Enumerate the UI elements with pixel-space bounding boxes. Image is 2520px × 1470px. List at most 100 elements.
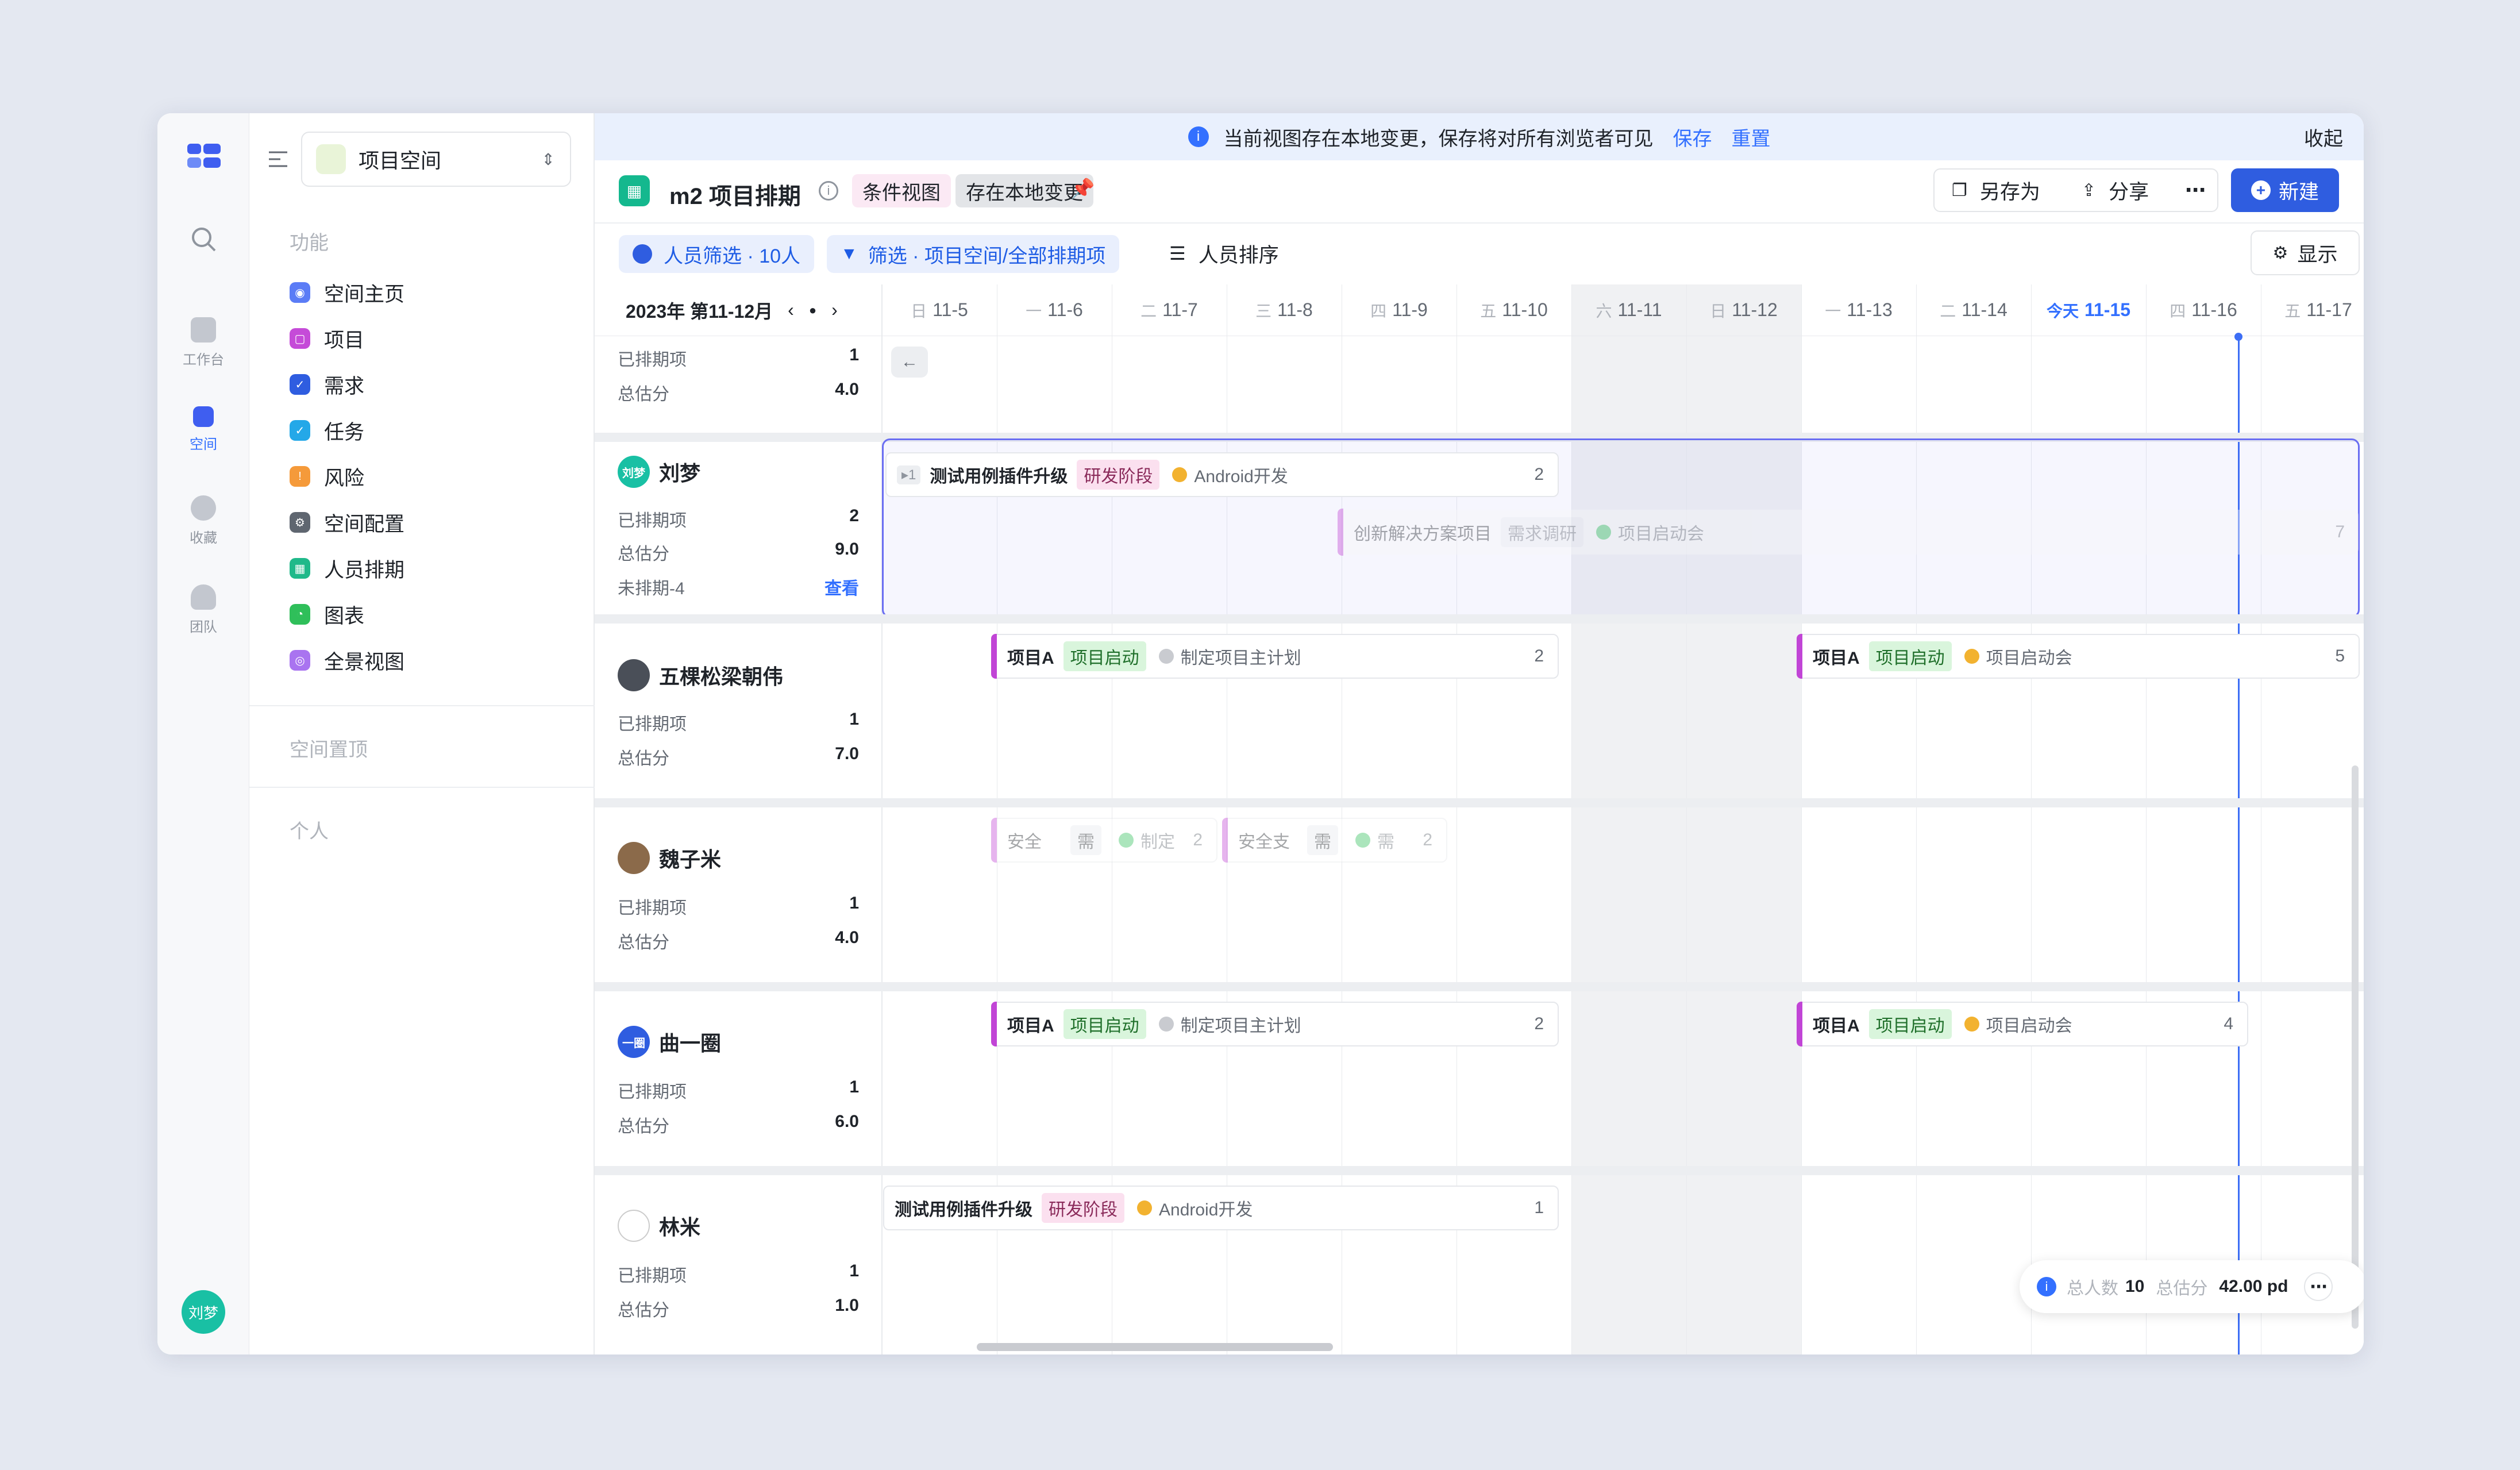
person-name: 五棵松梁朝伟 xyxy=(618,659,783,691)
schedule-bar[interactable]: 测试用例插件升级 研发阶段 Android开发 1 xyxy=(883,1186,1559,1230)
day-header[interactable]: 二 11-14 xyxy=(1916,284,2031,336)
sidebar-item-schedule[interactable]: ▦ 人员排期 xyxy=(290,551,404,586)
page-title: m2 项目排期 xyxy=(669,184,801,209)
sidebar-item-requirement[interactable]: ✓ 需求 xyxy=(290,367,364,402)
range-label: 2023年 第11-12月 xyxy=(626,301,773,322)
risk-icon: ! xyxy=(290,466,310,487)
prev-arrow-icon[interactable]: ‹ xyxy=(788,299,794,321)
main-area: i 当前视图存在本地变更，保存将对所有浏览者可见 保存 重置 收起 ▦ m2 项… xyxy=(595,113,2364,1354)
collapse-link[interactable]: 收起 xyxy=(2304,123,2343,151)
day-header[interactable]: 四 11-16 xyxy=(2146,284,2261,336)
rail-workbench[interactable]: 工作台 xyxy=(157,317,249,368)
sidebar-item-task[interactable]: ✓ 任务 xyxy=(290,413,364,448)
schedule-bar[interactable]: 项目A 项目启动 项目启动会 5 xyxy=(1797,634,2360,679)
stat-total: 总估分 4.0 xyxy=(618,928,859,952)
avatar xyxy=(618,1210,650,1242)
weekday-label: 一 xyxy=(1026,302,1042,320)
sidebar-item-panorama[interactable]: ◎ 全景视图 xyxy=(290,643,404,678)
today-marker xyxy=(2234,333,2242,341)
sidebar-item-home[interactable]: ◉ 空间主页 xyxy=(290,275,404,310)
chevron-updown-icon: ⇕ xyxy=(541,150,555,168)
status-dot xyxy=(1158,1017,1174,1032)
display-button[interactable]: ⚙ 显示 xyxy=(2251,230,2360,275)
people-filter-chip[interactable]: 人员筛选 · 10人 xyxy=(619,235,815,273)
today-dot-icon[interactable]: ● xyxy=(809,303,816,318)
sidebar-item-config[interactable]: ⚙ 空间配置 xyxy=(290,505,404,540)
day-header[interactable]: 五 11-10 xyxy=(1456,284,1571,336)
person-row: 已排期项 1 总估分 4.0 xyxy=(595,336,882,433)
day-header[interactable]: 日 11-12 xyxy=(1686,284,1801,336)
day-header[interactable]: 五 11-17 xyxy=(2261,284,2364,336)
avatar: 刘梦 xyxy=(618,456,650,488)
day-header[interactable]: 今天 11-15 xyxy=(2031,284,2146,336)
expand-toggle[interactable]: ▸1 xyxy=(897,465,921,484)
schedule-bar[interactable]: 创新解决方案项目 需求调研 项目启动会 7 xyxy=(1338,509,2359,556)
stat-total: 总估分 6.0 xyxy=(618,1112,859,1136)
condition-view-tag[interactable]: 条件视图 xyxy=(852,174,951,207)
sidebar-item-risk[interactable]: ! 风险 xyxy=(290,459,364,494)
section-personal: 个人 xyxy=(290,821,329,842)
view-link[interactable]: 查看 xyxy=(824,574,859,599)
space-name: 项目空间 xyxy=(359,149,442,172)
day-header[interactable]: 六 11-11 xyxy=(1571,284,1686,336)
day-header[interactable]: 日 11-5 xyxy=(882,284,997,336)
project-icon: ▢ xyxy=(290,328,310,349)
status-dot xyxy=(1964,649,1979,664)
rail-team[interactable]: 团队 xyxy=(157,584,249,636)
day-header[interactable]: 二 11-7 xyxy=(1112,284,1227,336)
next-arrow-icon[interactable]: › xyxy=(831,299,838,321)
date-label: 11-15 xyxy=(2084,299,2131,320)
person-row: 刘梦 刘梦 已排期项 2 总估分 9.0 未排期-4 查看 xyxy=(595,442,882,614)
status-dot xyxy=(1964,1017,1979,1032)
schedule-bar[interactable]: 项目A 项目启动 制定项目主计划 2 xyxy=(991,1002,1559,1046)
avatar xyxy=(618,659,650,691)
day-header[interactable]: 一 11-6 xyxy=(997,284,1112,336)
date-label: 11-8 xyxy=(1277,299,1313,320)
reset-link[interactable]: 重置 xyxy=(1732,123,1771,151)
day-header[interactable]: 三 11-8 xyxy=(1227,284,1342,336)
app-logo[interactable] xyxy=(179,139,225,174)
team-icon xyxy=(191,584,216,610)
people-sort-button[interactable]: ☰ 人员排序 xyxy=(1169,233,1279,274)
schedule-bar[interactable]: 安全支需需 2 xyxy=(1222,818,1447,863)
more-icon[interactable]: ⋯ xyxy=(2185,170,2206,211)
schedule-bar[interactable]: ▸1 测试用例插件升级 研发阶段 Android开发 2 xyxy=(885,452,1559,497)
schedule-bar[interactable]: 项目A 项目启动 项目启动会 4 xyxy=(1797,1002,2248,1046)
save-link[interactable]: 保存 xyxy=(1673,123,1712,151)
share-button[interactable]: ⇪ 分享 xyxy=(2082,170,2149,211)
weekday-label: 四 xyxy=(1370,302,1387,320)
sidebar-item-project[interactable]: ▢ 项目 xyxy=(290,321,364,356)
schedule-bar[interactable]: 项目A 项目启动 制定项目主计划 2 xyxy=(991,634,1559,679)
space-icon xyxy=(193,406,214,427)
back-arrow-button[interactable]: ← xyxy=(891,347,928,378)
sidebar-item-chart[interactable]: ◔ 图表 xyxy=(290,597,364,632)
filter-chip[interactable]: ▼ 筛选 · 项目空间/全部排期项 xyxy=(827,235,1120,273)
person-name: 魏子米 xyxy=(618,842,721,874)
pin-icon[interactable]: 📌 xyxy=(1070,178,1095,201)
user-avatar[interactable]: 刘梦 xyxy=(182,1290,225,1334)
info-outline-icon[interactable]: i xyxy=(819,181,838,201)
settings-sliders-icon: ⚙ xyxy=(2272,243,2288,263)
save-as-button[interactable]: ❐ 另存为 xyxy=(1952,170,2040,211)
status-dot xyxy=(1137,1200,1152,1215)
weekday-label: 一 xyxy=(1825,302,1841,320)
copy-icon: ❐ xyxy=(1952,180,1967,200)
rail-space[interactable]: 空间 xyxy=(157,406,249,453)
more-icon[interactable]: ⋯ xyxy=(2304,1272,2333,1301)
collapse-sidebar-icon[interactable] xyxy=(267,148,290,171)
schedule-bar[interactable]: 安全需制定 2 xyxy=(991,818,1217,863)
day-header[interactable]: 四 11-9 xyxy=(1342,284,1456,336)
star-icon xyxy=(191,495,216,521)
stat-unscheduled: 未排期-4 查看 xyxy=(618,574,859,599)
search-icon[interactable] xyxy=(190,225,217,253)
status-dot xyxy=(1119,833,1134,848)
divider xyxy=(595,222,2364,224)
vertical-scrollbar[interactable] xyxy=(2352,765,2359,1329)
rail-favorites[interactable]: 收藏 xyxy=(157,495,249,547)
day-header[interactable]: 一 11-13 xyxy=(1801,284,1916,336)
share-icon: ⇪ xyxy=(2082,180,2097,200)
new-button[interactable]: + 新建 xyxy=(2231,168,2339,212)
space-switcher[interactable]: 项目空间 ⇕ xyxy=(301,132,571,187)
horizontal-scrollbar[interactable] xyxy=(977,1343,1333,1351)
date-label: 11-17 xyxy=(2306,299,2352,320)
